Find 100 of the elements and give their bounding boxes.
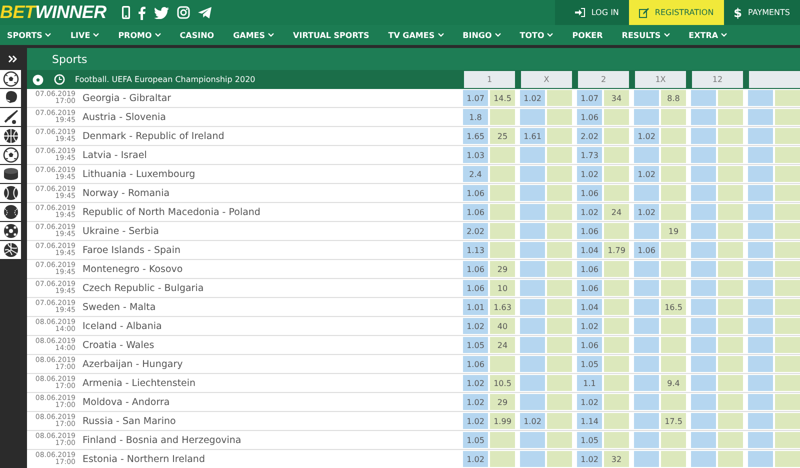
odds-cell[interactable]: [775, 451, 800, 467]
odds-cell[interactable]: 9.4: [661, 375, 686, 391]
odds-cell[interactable]: 1.8: [463, 109, 488, 125]
odds-cell[interactable]: [718, 451, 743, 467]
odds-cell[interactable]: [748, 432, 773, 448]
match-teams[interactable]: Armenia - Liechtenstein: [82, 378, 196, 388]
odds-cell[interactable]: 1.06: [463, 185, 488, 201]
odds-cell[interactable]: [604, 185, 629, 201]
odds-cell[interactable]: [718, 90, 743, 106]
odds-cell[interactable]: [604, 261, 629, 277]
odds-cell[interactable]: [604, 394, 629, 410]
odds-cell[interactable]: 1.02: [634, 166, 659, 182]
odds-cell[interactable]: [547, 147, 572, 163]
odds-cell[interactable]: [775, 166, 800, 182]
match-teams[interactable]: Finland - Bosnia and Herzegovina: [82, 434, 242, 446]
odds-cell[interactable]: [748, 318, 773, 334]
odds-cell[interactable]: 1.06: [577, 109, 602, 125]
odds-cell[interactable]: 1.06: [577, 261, 602, 277]
odds-cell[interactable]: [691, 280, 716, 296]
odds-cell[interactable]: 1.06: [634, 242, 659, 258]
odds-cell[interactable]: [490, 147, 515, 163]
odds-cell[interactable]: [691, 242, 716, 258]
odds-cell[interactable]: [691, 432, 716, 448]
odds-cell[interactable]: [520, 299, 545, 315]
odds-cell[interactable]: [748, 90, 773, 106]
odds-cell[interactable]: [691, 337, 716, 353]
odds-cell[interactable]: 1.61: [520, 128, 545, 144]
match-teams[interactable]: Czech Republic - Bulgaria: [82, 282, 204, 294]
odds-cell[interactable]: [520, 185, 545, 201]
odds-cell[interactable]: [547, 394, 572, 410]
odds-cell[interactable]: [634, 280, 659, 296]
odds-cell[interactable]: [604, 223, 629, 239]
odds-cell[interactable]: [520, 432, 545, 448]
odds-cell[interactable]: 1.04: [577, 299, 602, 315]
odds-cell[interactable]: [661, 318, 686, 334]
odds-cell[interactable]: [748, 375, 773, 391]
match-teams[interactable]: Republic of North Macedonia - Poland: [82, 206, 260, 218]
odds-cell[interactable]: [748, 356, 773, 372]
odds-cell[interactable]: [490, 432, 515, 448]
instagram-icon[interactable]: [177, 6, 190, 19]
odds-cell[interactable]: [520, 204, 545, 220]
odds-cell[interactable]: [604, 109, 629, 125]
odds-cell[interactable]: [718, 128, 743, 144]
odds-cell[interactable]: 1.05: [463, 337, 488, 353]
odds-cell[interactable]: [718, 261, 743, 277]
odds-cell[interactable]: [604, 413, 629, 429]
odds-cell[interactable]: 34: [604, 90, 629, 106]
odds-cell[interactable]: [604, 128, 629, 144]
odds-cell[interactable]: 1.14: [577, 413, 602, 429]
sport-menu-item[interactable]: [0, 127, 21, 145]
odds-cell[interactable]: [634, 432, 659, 448]
odds-cell[interactable]: [661, 451, 686, 467]
odds-cell[interactable]: [547, 299, 572, 315]
match-teams[interactable]: Moldova - Andorra: [82, 396, 170, 408]
match-teams[interactable]: Sweden - Malta: [82, 302, 156, 312]
odds-cell[interactable]: [490, 109, 515, 125]
odds-cell[interactable]: [520, 242, 545, 258]
odds-cell[interactable]: [520, 147, 545, 163]
odds-cell[interactable]: [691, 413, 716, 429]
odds-cell[interactable]: [718, 280, 743, 296]
odds-cell[interactable]: [775, 337, 800, 353]
odds-cell[interactable]: [691, 128, 716, 144]
odds-cell[interactable]: [775, 109, 800, 125]
odds-cell[interactable]: [520, 451, 545, 467]
odds-cell[interactable]: 1.02: [520, 413, 545, 429]
odds-cell[interactable]: [691, 318, 716, 334]
odds-cell[interactable]: [718, 204, 743, 220]
odds-cell[interactable]: [520, 166, 545, 182]
odds-cell[interactable]: [691, 356, 716, 372]
odds-cell[interactable]: [547, 185, 572, 201]
odds-cell[interactable]: 1.02: [520, 90, 545, 106]
match-teams[interactable]: Faroe Islands - Spain: [82, 244, 180, 256]
odds-cell[interactable]: 16.5: [661, 299, 686, 315]
odds-cell[interactable]: [775, 204, 800, 220]
odds-cell[interactable]: 1.04: [577, 242, 602, 258]
odds-cell[interactable]: [748, 166, 773, 182]
odds-cell[interactable]: [634, 299, 659, 315]
nav-menu-item[interactable]: POKER: [572, 30, 603, 40]
odds-cell[interactable]: [748, 109, 773, 125]
odds-cell[interactable]: [634, 394, 659, 410]
odds-cell[interactable]: [520, 375, 545, 391]
odds-cell[interactable]: [691, 223, 716, 239]
odds-cell[interactable]: 1.02: [577, 451, 602, 467]
odds-cell[interactable]: [547, 413, 572, 429]
odds-cell[interactable]: [691, 375, 716, 391]
odds-cell[interactable]: [634, 337, 659, 353]
sport-menu-item[interactable]: [0, 70, 21, 88]
odds-cell[interactable]: [691, 299, 716, 315]
odds-cell[interactable]: [775, 318, 800, 334]
payments-button[interactable]: $ PAYMENTS: [724, 0, 800, 25]
odds-cell[interactable]: 1.02: [463, 451, 488, 467]
odds-cell[interactable]: [634, 261, 659, 277]
odds-cell[interactable]: [691, 90, 716, 106]
odds-cell[interactable]: 40: [490, 318, 515, 334]
nav-menu-item[interactable]: SPORTS: [7, 30, 52, 40]
odds-cell[interactable]: [661, 242, 686, 258]
odds-cell[interactable]: 1.79: [604, 242, 629, 258]
odds-cell[interactable]: 1.02: [577, 318, 602, 334]
odds-cell[interactable]: [775, 394, 800, 410]
match-teams[interactable]: Montenegro - Kosovo: [82, 264, 183, 274]
